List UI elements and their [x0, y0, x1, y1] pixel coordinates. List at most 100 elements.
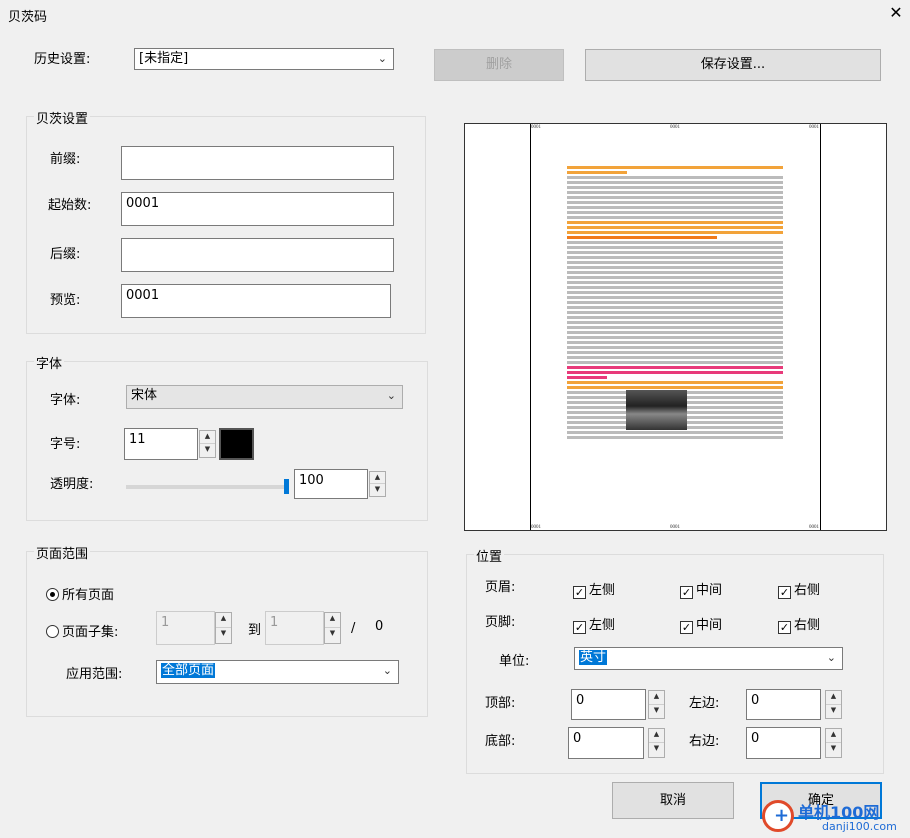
- subset-from-input[interactable]: 1: [156, 611, 215, 645]
- right-margin-label: 右边:: [689, 734, 720, 749]
- left-margin-input[interactable]: 0: [746, 689, 821, 720]
- prefix-label: 前缀:: [50, 152, 81, 167]
- top-margin-spinner[interactable]: ▲ ▼: [648, 690, 665, 719]
- preview-header-right: 0001: [809, 125, 819, 130]
- font-color-swatch[interactable]: [219, 428, 254, 460]
- history-select-value: [未指定]: [139, 51, 189, 66]
- spin-up-icon[interactable]: ▲: [370, 472, 385, 484]
- unit-select-value: 英寸: [579, 650, 608, 665]
- footer-right-checkbox[interactable]: ✓ 右侧: [778, 614, 820, 634]
- history-select[interactable]: [未指定] ⌄: [134, 48, 394, 70]
- font-size-input[interactable]: 11: [124, 428, 198, 460]
- spin-up-icon[interactable]: ▲: [826, 691, 841, 705]
- subset-to-input[interactable]: 1: [265, 611, 324, 645]
- save-settings-button[interactable]: 保存设置...: [585, 49, 881, 81]
- spin-down-icon[interactable]: ▼: [216, 628, 231, 643]
- right-margin-input[interactable]: 0: [746, 727, 821, 759]
- to-label: 到: [248, 623, 262, 638]
- checkbox-checked-icon[interactable]: ✓: [680, 621, 693, 634]
- spin-down-icon[interactable]: ▼: [826, 705, 841, 719]
- unit-select[interactable]: 英寸 ⌄: [574, 647, 843, 670]
- left-margin-spinner[interactable]: ▲ ▼: [825, 690, 842, 719]
- font-size-spinner[interactable]: ▲ ▼: [199, 430, 216, 458]
- spin-down-icon[interactable]: ▼: [370, 484, 385, 496]
- subset-to-spinner[interactable]: ▲ ▼: [324, 612, 341, 644]
- apply-range-select[interactable]: 全部页面 ⌄: [156, 660, 399, 684]
- subset-from-spinner[interactable]: ▲ ▼: [215, 612, 232, 644]
- right-margin-spinner[interactable]: ▲ ▼: [825, 728, 842, 758]
- history-label: 历史设置:: [34, 52, 91, 67]
- footer-right-label: 右侧: [794, 618, 821, 633]
- checkbox-checked-icon[interactable]: ✓: [778, 621, 791, 634]
- suffix-input[interactable]: [121, 238, 394, 272]
- top-margin-input[interactable]: 0: [571, 689, 646, 720]
- position-group-title: 位置: [474, 546, 505, 565]
- checkbox-checked-icon[interactable]: ✓: [680, 586, 693, 599]
- opacity-label: 透明度:: [50, 477, 94, 492]
- spin-up-icon[interactable]: ▲: [649, 729, 664, 743]
- header-right-label: 右侧: [794, 583, 821, 598]
- preview-footer-left: 0001: [531, 525, 541, 530]
- footer-center-checkbox[interactable]: ✓ 中间: [680, 614, 722, 634]
- bottom-margin-spinner[interactable]: ▲ ▼: [648, 728, 665, 758]
- footer-left-label: 左侧: [589, 618, 616, 633]
- page-subset-radio[interactable]: 页面子集:: [46, 621, 118, 640]
- header-center-checkbox[interactable]: ✓ 中间: [680, 579, 722, 599]
- font-select[interactable]: 宋体 ⌄: [126, 385, 403, 409]
- suffix-label: 后缀:: [50, 247, 81, 262]
- unit-label: 单位:: [499, 654, 530, 669]
- start-number-input[interactable]: 0001: [121, 192, 394, 226]
- bottom-margin-input[interactable]: 0: [568, 727, 644, 759]
- spin-up-icon[interactable]: ▲: [649, 691, 664, 705]
- page-subset-label: 页面子集:: [62, 625, 119, 640]
- spin-down-icon[interactable]: ▼: [826, 743, 841, 757]
- bates-group-title: 贝茨设置: [34, 108, 91, 127]
- all-pages-radio[interactable]: 所有页面: [46, 584, 114, 603]
- page-range-group-title: 页面范围: [34, 543, 91, 562]
- font-select-value: 宋体: [131, 388, 158, 403]
- radio-checked-icon[interactable]: [46, 588, 59, 601]
- checkbox-checked-icon[interactable]: ✓: [778, 586, 791, 599]
- apply-range-value: 全部页面: [161, 663, 216, 678]
- opacity-slider-thumb[interactable]: [284, 479, 289, 494]
- prefix-input[interactable]: [121, 146, 394, 180]
- top-margin-label: 顶部:: [485, 696, 516, 711]
- checkbox-checked-icon[interactable]: ✓: [573, 586, 586, 599]
- spin-down-icon[interactable]: ▼: [649, 705, 664, 719]
- chevron-down-icon: ⌄: [826, 651, 836, 664]
- opacity-slider-track[interactable]: [126, 485, 288, 489]
- header-right-checkbox[interactable]: ✓ 右侧: [778, 579, 820, 599]
- spin-up-icon[interactable]: ▲: [826, 729, 841, 743]
- slash-label: /: [351, 621, 356, 636]
- font-size-label: 字号:: [50, 437, 81, 452]
- cancel-button[interactable]: 取消: [612, 782, 734, 819]
- chevron-down-icon: ⌄: [382, 664, 392, 677]
- preview-label: 预览:: [50, 293, 81, 308]
- close-icon[interactable]: ✕: [886, 2, 906, 24]
- delete-button[interactable]: 删除: [434, 49, 564, 81]
- footer-left-checkbox[interactable]: ✓ 左侧: [573, 614, 615, 634]
- header-left-checkbox[interactable]: ✓ 左侧: [573, 579, 615, 599]
- spin-down-icon[interactable]: ▼: [649, 743, 664, 757]
- spin-down-icon[interactable]: ▼: [200, 444, 215, 457]
- spin-up-icon[interactable]: ▲: [200, 431, 215, 444]
- font-group-title: 字体: [34, 353, 65, 372]
- chevron-down-icon: ⌄: [377, 52, 387, 65]
- footer-label: 页脚:: [485, 615, 516, 630]
- preview-page: 0001 0001 0001 0001 0001 0001: [530, 124, 821, 530]
- checkbox-checked-icon[interactable]: ✓: [573, 621, 586, 634]
- preview-footer-center: 0001: [670, 525, 680, 530]
- left-margin-label: 左边:: [689, 696, 720, 711]
- all-pages-label: 所有页面: [62, 588, 115, 603]
- header-label: 页眉:: [485, 580, 516, 595]
- spin-up-icon[interactable]: ▲: [216, 613, 231, 628]
- header-left-label: 左侧: [589, 583, 616, 598]
- spin-up-icon[interactable]: ▲: [325, 613, 340, 628]
- total-pages-label: 0: [375, 619, 384, 634]
- opacity-input[interactable]: 100: [294, 469, 368, 499]
- watermark-url: danji100.com: [822, 820, 897, 833]
- radio-unchecked-icon[interactable]: [46, 625, 59, 638]
- window-title: 贝茨码: [8, 10, 48, 25]
- spin-down-icon[interactable]: ▼: [325, 628, 340, 643]
- opacity-spinner[interactable]: ▲ ▼: [369, 471, 386, 497]
